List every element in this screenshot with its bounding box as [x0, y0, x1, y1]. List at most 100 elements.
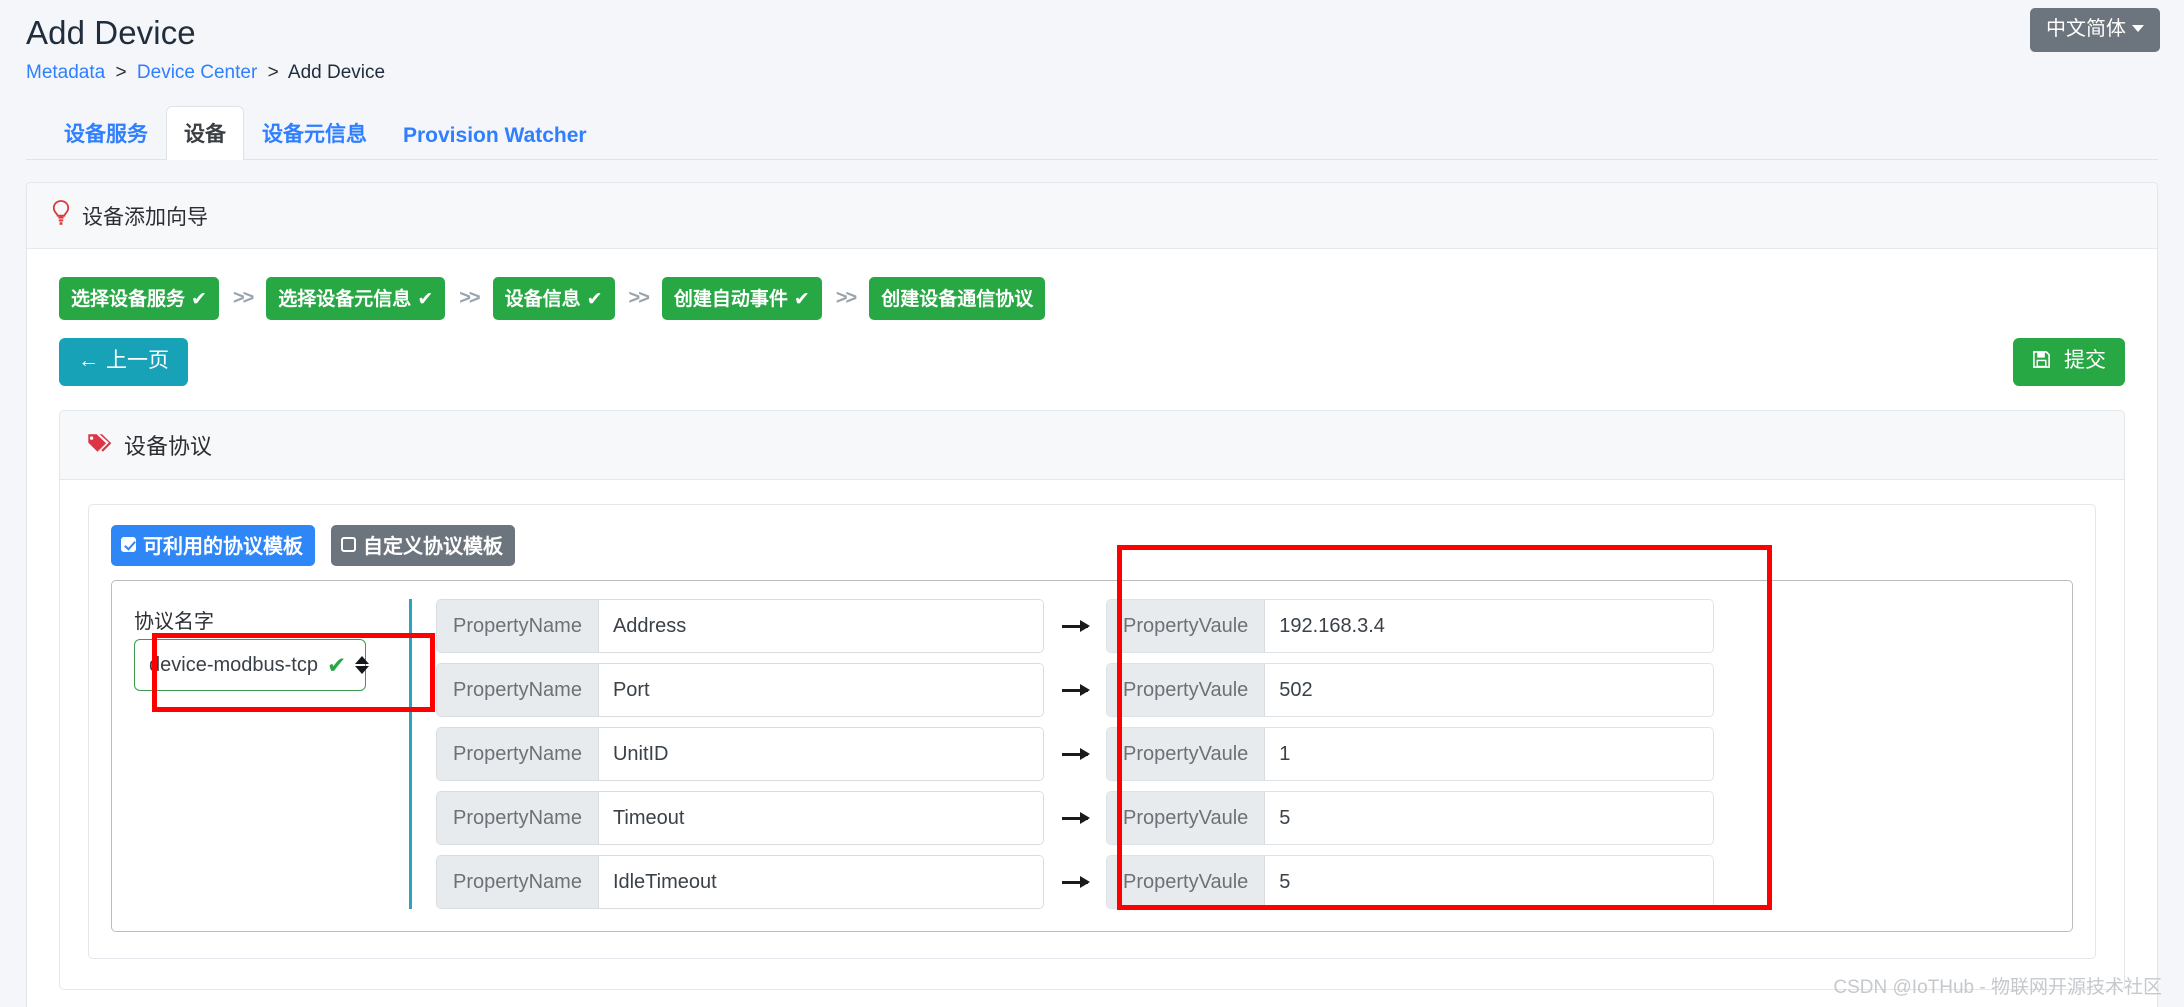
arrow-cell [1062, 727, 1090, 781]
protocol-name-selected-value: device-modbus-tcp [149, 653, 318, 676]
protocol-properties-area: PropertyName Address PropertyName Port P… [412, 599, 2072, 910]
language-label: 中文简体 [2046, 18, 2126, 40]
device-protocol-panel-title: 设备协议 [124, 434, 213, 460]
page-title: Add Device [26, 14, 196, 51]
arrow-cell [1062, 791, 1090, 845]
property-value-input[interactable]: 5 [1265, 856, 1713, 909]
property-name-label: PropertyName [437, 792, 599, 845]
toggle-custom-template-label: 自定义协议模板 [363, 536, 503, 559]
arrow-right-icon [1062, 875, 1090, 888]
submit-button[interactable]: 提交 [2013, 338, 2125, 387]
property-value-input[interactable]: 502 [1265, 664, 1713, 717]
wizard-step-label: 设备信息 [504, 289, 581, 310]
check-icon: ✔ [326, 651, 347, 678]
previous-page-label: 上一页 [106, 349, 169, 372]
property-name-input[interactable]: Address [598, 600, 1043, 653]
language-dropdown-button[interactable]: 中文简体 [2030, 8, 2160, 52]
watermark: CSDN @IoTHub - 物联网开源技术社区 [1833, 977, 2162, 998]
table-row: PropertyName UnitID [436, 727, 1044, 782]
property-value-input[interactable]: 1 [1265, 728, 1713, 781]
check-icon: ✔ [586, 289, 603, 310]
table-row: PropertyVaule 192.168.3.4 [1106, 599, 1714, 654]
table-row: PropertyName IdleTimeout [436, 855, 1044, 910]
property-name-label: PropertyName [437, 856, 599, 909]
breadcrumb: Metadata > Device Center > Add Device [26, 62, 2158, 84]
protocol-grid: 协议名字 device-modbus-tcp ✔ PropertyName Ad… [111, 580, 2073, 933]
property-value-label: PropertyVaule [1107, 600, 1266, 653]
wizard-step-create-autoevent[interactable]: 创建自动事件 ✔ [661, 277, 822, 320]
page-header: Add Device Metadata > Device Center > Ad… [0, 0, 2184, 92]
protocol-template-box: 可利用的协议模板 自定义协议模板 协议名字 device-modbus-tcp … [88, 504, 2096, 960]
table-row: PropertyVaule 5 [1106, 791, 1714, 846]
app-page: Add Device Metadata > Device Center > Ad… [0, 0, 2184, 1007]
protocol-template-toggle-group: 可利用的协议模板 自定义协议模板 [111, 525, 2073, 567]
wizard-step-create-protocol[interactable]: 创建设备通信协议 [869, 277, 1046, 320]
wizard-step-separator-2: >> [459, 287, 480, 309]
tab-device[interactable]: 设备 [166, 106, 244, 160]
wizard-step-label: 选择设备服务 [71, 289, 186, 310]
lightbulb-icon [51, 200, 71, 231]
table-row: PropertyVaule 502 [1106, 663, 1714, 718]
chevron-down-icon [2132, 25, 2144, 33]
table-row: PropertyVaule 5 [1106, 855, 1714, 910]
wizard-card-header: 设备添加向导 [27, 183, 2157, 249]
wizard-card: 设备添加向导 选择设备服务 ✔ >> 选择设备元信息 ✔ >> 设备信息 ✔ >> 创… [26, 182, 2158, 1007]
select-stepper-icon [355, 656, 370, 675]
protocol-name-column: 协议名字 device-modbus-tcp ✔ [112, 599, 412, 910]
wizard-step-select-device-profile[interactable]: 选择设备元信息 ✔ [266, 277, 446, 320]
breadcrumb-item-metadata[interactable]: Metadata [26, 62, 105, 83]
submit-label: 提交 [2064, 349, 2106, 372]
tabs-container: 设备服务 设备 设备元信息 Provision Watcher [26, 106, 2158, 160]
device-protocol-panel-body: 可利用的协议模板 自定义协议模板 协议名字 device-modbus-tcp … [60, 480, 2124, 989]
breadcrumb-separator-1: > [115, 61, 127, 83]
property-value-label: PropertyVaule [1107, 792, 1266, 845]
save-icon [2032, 349, 2057, 372]
arrow-right-icon [1062, 683, 1090, 696]
toggle-available-template-label: 可利用的协议模板 [143, 536, 303, 559]
wizard-action-row: ← 上一页 提交 [51, 320, 2133, 392]
checkbox-checked-icon [121, 537, 136, 553]
protocol-name-select[interactable]: device-modbus-tcp ✔ [134, 639, 370, 692]
wizard-step-label: 创建自动事件 [673, 289, 788, 310]
breadcrumb-item-add-device: Add Device [287, 61, 386, 83]
previous-page-button[interactable]: ← 上一页 [59, 338, 188, 387]
property-name-input[interactable]: UnitID [598, 728, 1043, 781]
wizard-card-title: 设备添加向导 [82, 205, 208, 229]
device-protocol-panel: 设备协议 可利用的协议模板 自定义协议模板 协议名字 device-modbus… [59, 410, 2125, 991]
property-name-label: PropertyName [437, 728, 599, 781]
breadcrumb-item-device-center[interactable]: Device Center [137, 62, 257, 83]
toggle-available-template[interactable]: 可利用的协议模板 [111, 525, 315, 567]
wizard-step-label: 选择设备元信息 [278, 289, 412, 310]
tab-provision-watcher[interactable]: Provision Watcher [385, 112, 605, 160]
property-name-input[interactable]: IdleTimeout [598, 856, 1043, 909]
check-icon: ✔ [417, 289, 434, 310]
wizard-step-separator-3: >> [628, 287, 650, 309]
property-name-column: PropertyName Address PropertyName Port P… [436, 599, 1044, 910]
property-value-label: PropertyVaule [1107, 856, 1266, 909]
property-value-input[interactable]: 5 [1265, 792, 1713, 845]
table-row: PropertyVaule 1 [1106, 727, 1714, 782]
property-value-label: PropertyVaule [1107, 664, 1266, 717]
wizard-step-select-device-service[interactable]: 选择设备服务 ✔ [59, 277, 219, 320]
property-name-label: PropertyName [437, 664, 599, 717]
arrow-left-icon: ← [78, 349, 99, 372]
table-row: PropertyName Port [436, 663, 1044, 718]
property-name-input[interactable]: Port [598, 664, 1043, 717]
wizard-step-separator-4: >> [835, 287, 857, 309]
table-row: PropertyName Address [436, 599, 1044, 654]
wizard-step-device-info[interactable]: 设备信息 ✔ [492, 277, 615, 320]
wizard-steps: 选择设备服务 ✔ >> 选择设备元信息 ✔ >> 设备信息 ✔ >> 创建自动事件 ✔ … [51, 269, 2133, 320]
check-icon: ✔ [793, 289, 810, 310]
tab-device-profile[interactable]: 设备元信息 [244, 106, 385, 160]
property-value-input[interactable]: 192.168.3.4 [1265, 600, 1713, 653]
wizard-step-label: 创建设备通信协议 [881, 289, 1034, 310]
toggle-custom-template[interactable]: 自定义协议模板 [331, 525, 515, 567]
protocol-name-label: 协议名字 [134, 611, 214, 634]
tab-device-service[interactable]: 设备服务 [46, 106, 166, 160]
table-row: PropertyName Timeout [436, 791, 1044, 846]
property-name-input[interactable]: Timeout [598, 792, 1043, 845]
tab-bar: 设备服务 设备 设备元信息 Provision Watcher [26, 106, 2158, 160]
arrow-cell [1062, 855, 1090, 909]
property-value-label: PropertyVaule [1107, 728, 1266, 781]
device-protocol-panel-header: 设备协议 [60, 411, 2124, 481]
